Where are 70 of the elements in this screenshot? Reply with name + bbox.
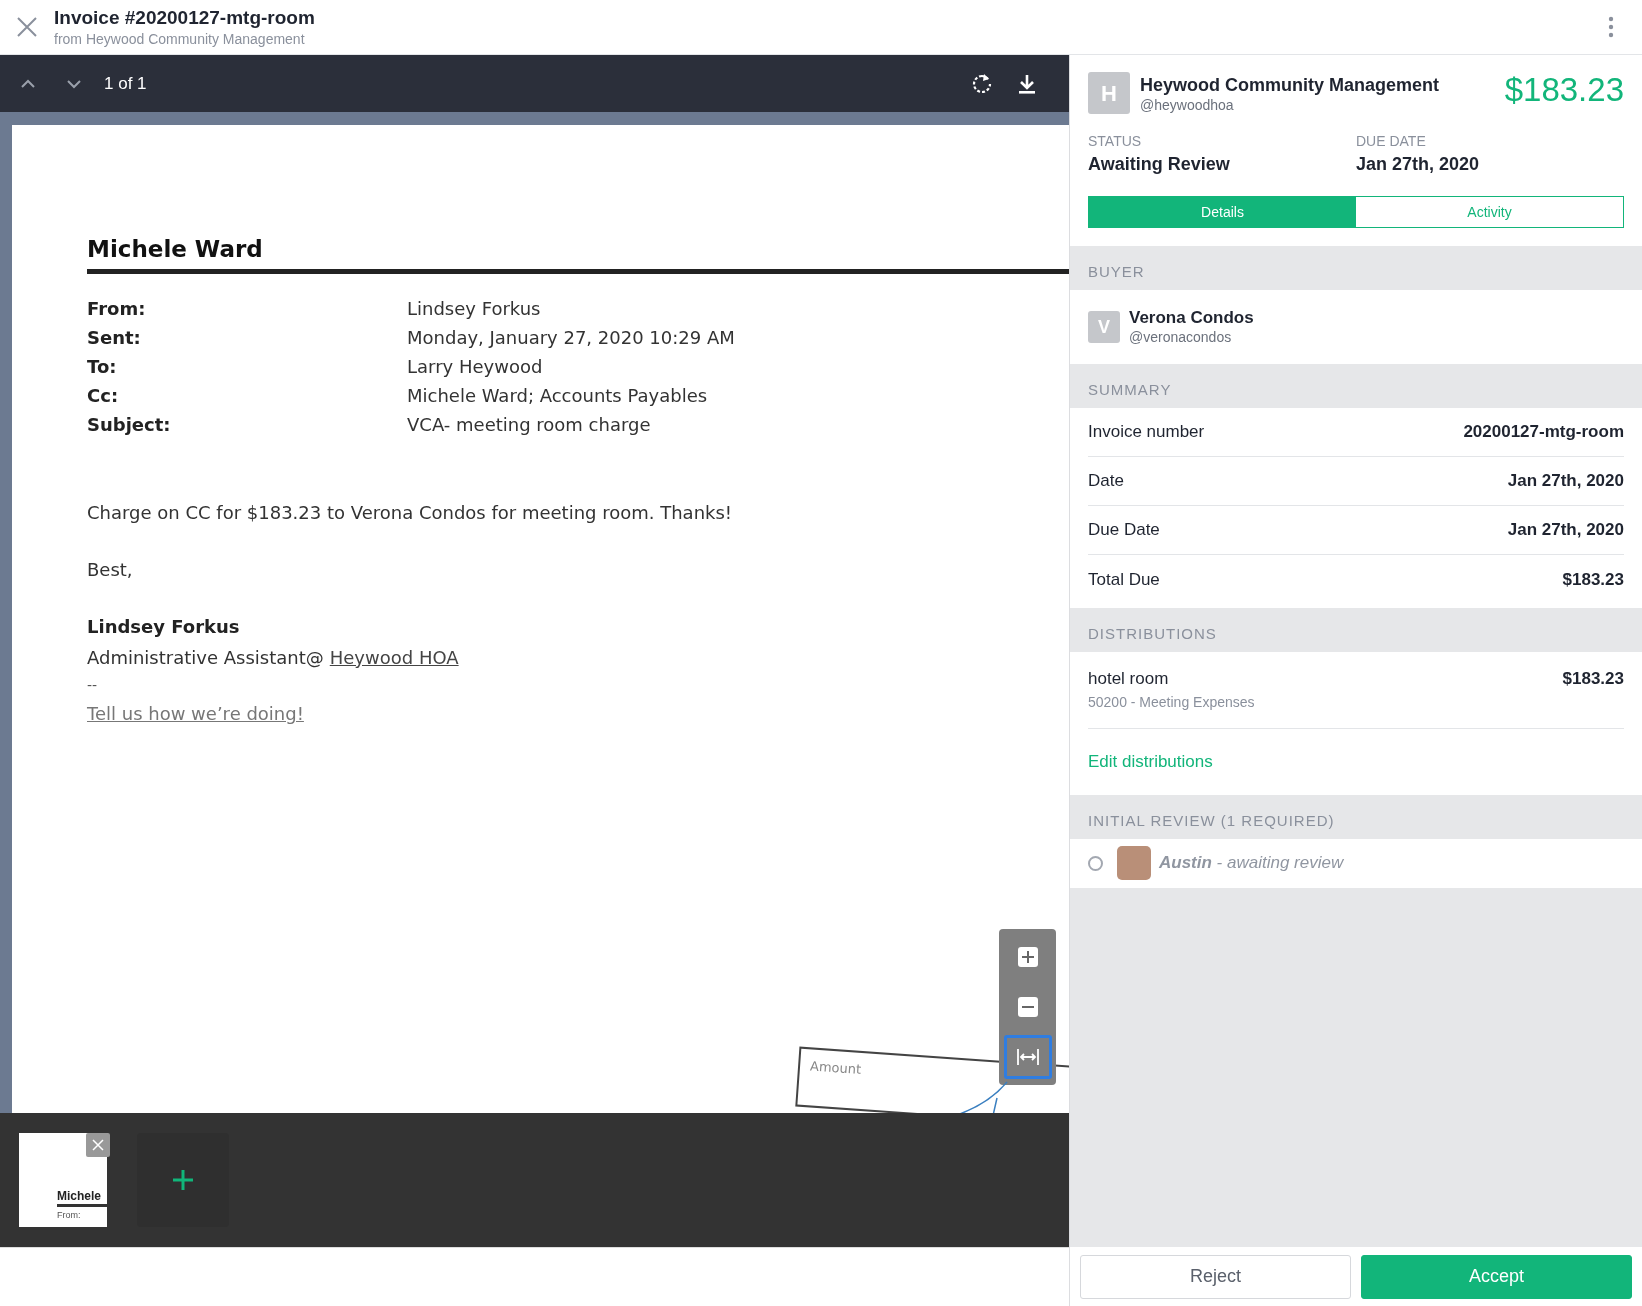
reject-button[interactable]: Reject [1080, 1254, 1351, 1299]
summary-label: Due Date [1088, 519, 1160, 542]
field-label: To: [87, 355, 118, 379]
info-label: DUE DATE [1356, 132, 1427, 150]
document-heading: Michele Ward [87, 235, 264, 263]
tab[interactable]: Details [1089, 197, 1356, 227]
summary-value: 20200127-mtg-room [1463, 421, 1624, 444]
signature-name: Lindsey Forkus [87, 615, 241, 639]
reviewer-avatar [1117, 846, 1151, 880]
summary-value: $183.23 [1562, 568, 1624, 591]
info-value: Jan 27th, 2020 [1356, 153, 1481, 176]
distribution-name: hotel room [1088, 668, 1170, 690]
vendor-handle: @heywoodhoa [1140, 96, 1235, 114]
next-page-icon[interactable] [66, 78, 82, 89]
signature-title: Administrative Assistant@ [87, 646, 324, 670]
summary-value: Jan 27th, 2020 [1507, 519, 1624, 542]
summary-label: Invoice number [1088, 421, 1205, 444]
page-indicator: 1 of 1 [104, 72, 147, 95]
section-heading: INITIAL REVIEW (1 REQUIRED) [1087, 810, 1336, 831]
close-icon [92, 1139, 104, 1151]
section-heading: BUYER [1087, 262, 1146, 282]
field-label: Subject: [87, 413, 172, 437]
fit-width-button[interactable] [1003, 1035, 1052, 1079]
page-thumbnail[interactable]: Michele From: [19, 1133, 107, 1227]
summary-label: Total Due [1088, 568, 1160, 591]
field-value: Lindsey Forkus [407, 297, 542, 321]
plus-icon [1017, 947, 1038, 967]
email-body: Charge on CC for $183.23 to Verona Condos for meeting room. Thanks! [87, 501, 734, 525]
more-menu-icon[interactable] [1608, 16, 1614, 38]
separator-text: -- [87, 676, 98, 695]
remove-thumbnail-button[interactable] [86, 1133, 110, 1157]
field-label: Cc: [87, 384, 120, 408]
field-label: Sent: [87, 326, 142, 350]
summary-label: Date [1088, 470, 1124, 493]
field-value: Monday, January 27, 2020 10:29 AM [407, 326, 736, 350]
signature-link[interactable]: Heywood HOA [329, 644, 459, 671]
section-heading: DISTRIBUTIONS [1087, 624, 1218, 644]
minus-icon [1017, 997, 1038, 1017]
field-value: Larry Heywood [407, 355, 544, 379]
invoice-subtitle: from Heywood Community Management [54, 30, 306, 48]
section-heading: SUMMARY [1087, 380, 1173, 400]
feedback-link[interactable]: Tell us how we’re doing! [87, 700, 304, 727]
email-closing: Best, [87, 558, 134, 582]
edit-distributions-link[interactable]: Edit distributions [1088, 752, 1213, 771]
download-icon[interactable] [1017, 72, 1037, 95]
distribution-amount: $183.23 [1562, 668, 1624, 690]
fit-width-icon [1015, 1047, 1040, 1067]
rotate-icon[interactable] [971, 72, 993, 95]
plus-icon [172, 1169, 194, 1191]
accept-button[interactable]: Accept [1361, 1254, 1632, 1299]
previous-page-icon[interactable] [20, 78, 36, 89]
thumbnail-text: From: [57, 1210, 82, 1221]
invoice-title: Invoice #20200127-mtg-room [54, 6, 315, 30]
buyer-handle: @veronacondos [1129, 328, 1233, 346]
vendor-avatar: H [1088, 72, 1130, 114]
vendor-name: Heywood Community Management [1140, 74, 1441, 96]
field-label: From: [87, 297, 147, 321]
reviewer-status-text: Austin - awaiting review [1159, 852, 1344, 875]
stamp-label: Amount [809, 1058, 862, 1077]
buyer-avatar: V [1088, 311, 1120, 343]
field-value: VCA- meeting room charge [407, 413, 652, 437]
distribution-account: 50200 - Meeting Expenses [1088, 693, 1255, 712]
close-icon[interactable] [16, 16, 38, 38]
info-value: Awaiting Review [1088, 153, 1231, 176]
info-label: STATUS [1088, 132, 1143, 150]
thumbnail-heading: Michele [57, 1189, 107, 1207]
invoice-amount: $183.23 [1504, 72, 1624, 108]
summary-value: Jan 27th, 2020 [1507, 470, 1624, 493]
field-value: Michele Ward; Accounts Payables [407, 384, 709, 408]
buyer-name: Verona Condos [1129, 308, 1254, 328]
